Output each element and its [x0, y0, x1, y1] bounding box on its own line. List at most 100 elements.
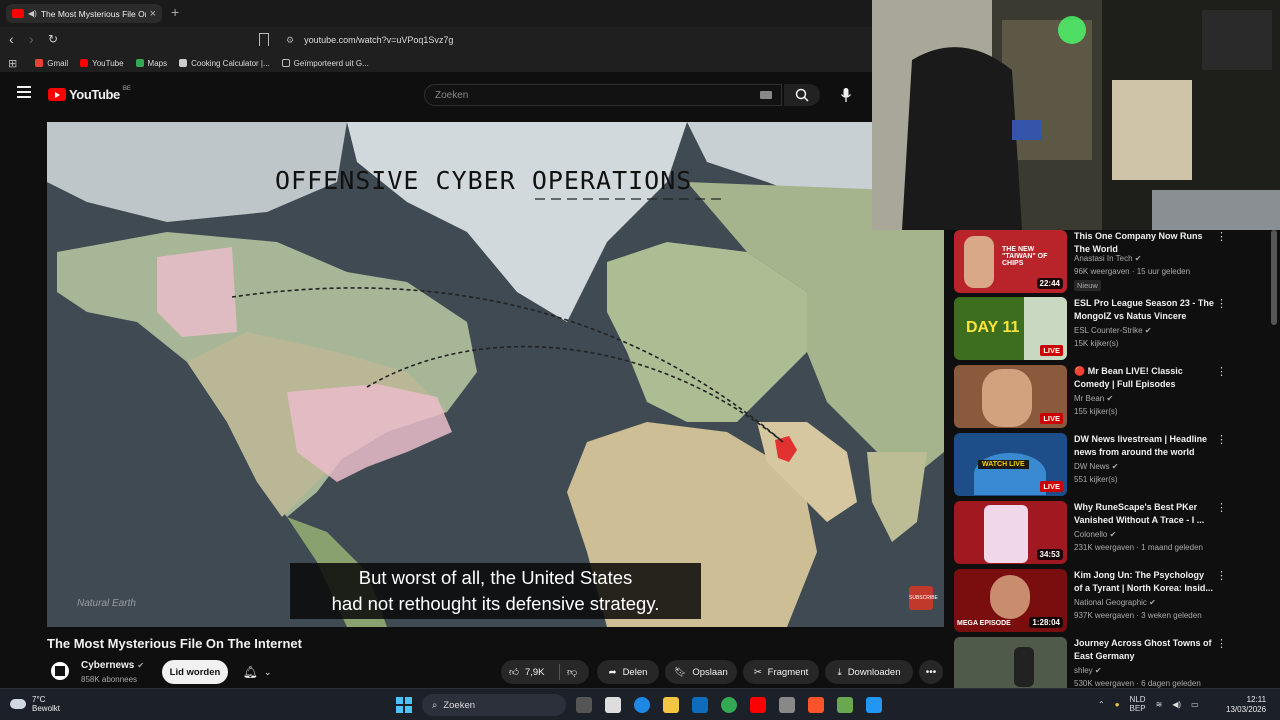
- rec-menu-icon[interactable]: ⋮: [1216, 501, 1227, 514]
- store-icon[interactable]: [605, 697, 621, 713]
- date: 13/03/2026: [1226, 705, 1267, 714]
- weather-widget[interactable]: 7°C Bewolkt: [10, 695, 60, 713]
- rec-thumbnail[interactable]: WATCH LIVE LIVE: [954, 433, 1067, 496]
- save-button[interactable]: 🔖︎ Opslaan: [665, 660, 737, 684]
- clock[interactable]: 12:11 13/03/2026: [1226, 695, 1266, 715]
- clip-button[interactable]: ✂ Fragment: [743, 660, 819, 684]
- search-input[interactable]: Zoeken: [424, 84, 782, 106]
- start-button[interactable]: [396, 697, 412, 713]
- chrome-icon[interactable]: [721, 697, 737, 713]
- rec-thumbnail[interactable]: MEGA EPISODE 1:28:04: [954, 569, 1067, 632]
- menu-icon[interactable]: [17, 86, 31, 98]
- rec-thumbnail[interactable]: LIVE: [954, 365, 1067, 428]
- youtube-logo[interactable]: YouTube BE: [48, 86, 131, 102]
- like-dislike-group: 👍︎ 7,9K 👎︎: [501, 660, 589, 684]
- like-button[interactable]: 👍︎ 7,9K: [509, 666, 544, 679]
- tray-app-icon[interactable]: ●: [1115, 700, 1120, 709]
- bookmark-maps[interactable]: Maps: [135, 59, 167, 68]
- volume-icon[interactable]: ◀): [1172, 700, 1181, 709]
- bookmark-imported-folder[interactable]: Geïmporteerd uit G...: [281, 59, 369, 68]
- bookmark-icon[interactable]: [259, 33, 269, 46]
- rec-menu-icon[interactable]: ⋮: [1216, 297, 1227, 310]
- brave-icon[interactable]: [808, 697, 824, 713]
- channel-name-text: Cybernews: [81, 660, 135, 671]
- edge-icon[interactable]: [634, 697, 650, 713]
- rec-item[interactable]: DAY 11 LIVE ESL Pro League Season 23 - T…: [954, 297, 1274, 361]
- duration-badge: 22:44: [1036, 278, 1063, 289]
- lang-line-2: BEP: [1129, 704, 1146, 713]
- rec-title: 🔴 Mr Bean LIVE! Classic Comedy | Full Ep…: [1074, 366, 1183, 389]
- verified-icon: ✔: [1106, 394, 1114, 403]
- rec-menu-icon[interactable]: ⋮: [1216, 433, 1227, 446]
- bookmark-gmail[interactable]: Gmail: [35, 59, 68, 68]
- rec-menu-icon[interactable]: ⋮: [1216, 637, 1227, 650]
- rec-thumbnail[interactable]: DAY 11 LIVE: [954, 297, 1067, 360]
- join-button[interactable]: Lid worden: [162, 660, 228, 684]
- rec-channel: shley ✔: [1074, 666, 1102, 675]
- tab-active[interactable]: ◀) The Most Mysterious File On ×: [6, 4, 162, 23]
- rec-item[interactable]: MEGA EPISODE 1:28:04 Kim Jong Un: The Ps…: [954, 569, 1274, 633]
- share-button[interactable]: ➦ Delen: [597, 660, 659, 684]
- rec-item[interactable]: THE NEW "TAIWAN" OF CHIPS 22:44 This One…: [954, 230, 1274, 294]
- url-field[interactable]: ⚙ youtube.com/watch?v=uVPoq1Svz7g: [280, 30, 868, 50]
- language-indicator[interactable]: NLD BEP: [1130, 695, 1146, 713]
- channel-name[interactable]: Cybernews ✔: [81, 660, 144, 671]
- mic-icon: [840, 88, 852, 102]
- channel-avatar[interactable]: [51, 662, 69, 680]
- rec-menu-icon[interactable]: ⋮: [1216, 365, 1227, 378]
- bookmark-cooking[interactable]: Cooking Calculator |...: [179, 59, 270, 68]
- rec-thumbnail[interactable]: THE NEW "TAIWAN" OF CHIPS 22:44: [954, 230, 1067, 293]
- more-actions-button[interactable]: •••: [919, 660, 943, 684]
- battery-icon[interactable]: ▭: [1191, 700, 1199, 709]
- thumbs-down-icon: 👎︎: [567, 667, 578, 678]
- rec-item[interactable]: 34:53 Why RuneScape's Best PKer Vanished…: [954, 501, 1274, 565]
- live-badge: LIVE: [1040, 345, 1063, 356]
- app-icon[interactable]: [837, 697, 853, 713]
- rec-channel-text: DW News: [1074, 462, 1110, 471]
- sidebar-scrollbar[interactable]: [1271, 230, 1277, 325]
- outlook-icon[interactable]: [692, 697, 708, 713]
- wifi-icon[interactable]: ≋: [1156, 700, 1163, 709]
- rec-thumbnail[interactable]: [954, 637, 1067, 688]
- chevron-down-icon: ⌄: [263, 666, 272, 677]
- channel-watermark[interactable]: SUBSCRIBE: [909, 586, 938, 610]
- speaker-icon[interactable]: ◀): [28, 9, 37, 18]
- rec-item[interactable]: LIVE 🔴 Mr Bean LIVE! Classic Comedy | Fu…: [954, 365, 1274, 429]
- notifications-button[interactable]: 🔔︎ ⌄: [233, 660, 281, 684]
- taskbar-search[interactable]: ⌕ Zoeken: [422, 694, 566, 716]
- rec-thumbnail[interactable]: 34:53: [954, 501, 1067, 564]
- back-icon[interactable]: ‹: [9, 31, 14, 47]
- task-view-icon[interactable]: [576, 697, 592, 713]
- search-button[interactable]: [784, 84, 820, 106]
- explorer-icon[interactable]: [663, 697, 679, 713]
- calculator-icon[interactable]: [779, 697, 795, 713]
- rec-channel: National Geographic ✔: [1074, 598, 1156, 607]
- video-player[interactable]: OFFENSIVE CYBER OPERATIONS But worst of …: [47, 122, 944, 627]
- dislike-button[interactable]: 👎︎: [567, 666, 577, 678]
- verified-icon: ✔: [1109, 530, 1117, 539]
- cloud-icon: [10, 699, 26, 709]
- site-settings-icon[interactable]: ⚙: [286, 35, 294, 46]
- close-tab-icon[interactable]: ×: [150, 8, 156, 20]
- subtitle-line-2: had not rethought its defensive strategy…: [331, 593, 660, 614]
- voice-search-button[interactable]: [834, 84, 858, 106]
- keyboard-icon[interactable]: [760, 91, 772, 99]
- rec-item[interactable]: Journey Across Ghost Towns of East Germa…: [954, 637, 1274, 688]
- forward-icon[interactable]: ›: [29, 31, 34, 47]
- bookmark-youtube[interactable]: YouTube: [80, 59, 124, 68]
- app-icon-2[interactable]: [866, 697, 882, 713]
- rec-title: This One Company Now Runs The World: [1074, 231, 1203, 254]
- recommendations-sidebar: THE NEW "TAIWAN" OF CHIPS 22:44 This One…: [952, 230, 1280, 688]
- apps-grid-icon[interactable]: ⊞: [8, 57, 17, 70]
- youtube-app-icon[interactable]: [750, 697, 766, 713]
- new-tab-icon[interactable]: +: [171, 4, 179, 20]
- rec-item[interactable]: WATCH LIVE LIVE DW News livestream | Hea…: [954, 433, 1274, 497]
- bookmarks-bar: ⊞ Gmail YouTube Maps Cooking Calculator …: [0, 54, 872, 72]
- rec-channel: Colonello ✔: [1074, 530, 1116, 539]
- download-button[interactable]: ⤓ Downloaden: [825, 660, 913, 684]
- reload-icon[interactable]: ↻: [48, 32, 58, 46]
- rec-menu-icon[interactable]: ⋮: [1216, 230, 1227, 243]
- rec-menu-icon[interactable]: ⋮: [1216, 569, 1227, 582]
- tray-chevron-icon[interactable]: ⌃: [1098, 700, 1105, 709]
- bookmark-label: Gmail: [47, 58, 69, 68]
